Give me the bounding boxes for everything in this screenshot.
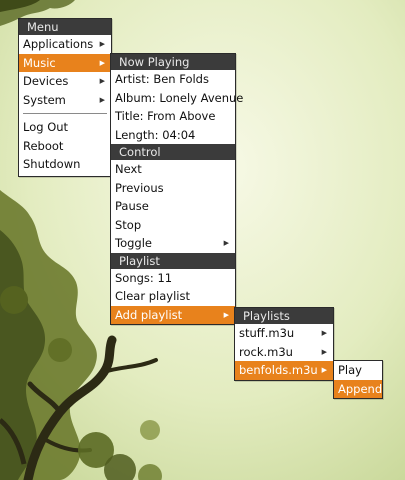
menu-item-system[interactable]: System ▶ (19, 91, 111, 110)
playlist-add[interactable]: Add playlist ▶ (111, 305, 235, 324)
now-playing-title[interactable]: Title: From Above (111, 107, 235, 126)
triangle-right-icon: ▶ (321, 329, 327, 337)
now-playing-artist[interactable]: Artist: Ben Folds (111, 70, 235, 89)
control-next[interactable]: Next (111, 160, 235, 179)
triangle-right-icon: ▶ (321, 347, 327, 356)
menu-item-label: Applications (23, 37, 94, 51)
menu-item-label: Music (23, 55, 56, 70)
menu-item-label: rock.m3u (239, 344, 293, 359)
now-playing-length[interactable]: Length: 04:04 (111, 126, 235, 145)
control-header: Control (111, 144, 235, 160)
menu-item-music[interactable]: Music ▶ (19, 53, 111, 72)
menu-separator (23, 113, 107, 114)
menu-item-shutdown[interactable]: Shutdown (19, 155, 111, 174)
control-stop[interactable]: Stop (111, 216, 235, 235)
menu-item-label: stuff.m3u (239, 326, 295, 340)
triangle-right-icon: ▶ (223, 310, 229, 319)
triangle-right-icon: ▶ (321, 366, 327, 374)
control-previous[interactable]: Previous (111, 179, 235, 198)
menu-item-applications[interactable]: Applications ▶ (19, 35, 111, 54)
playlist-action-menu: Play Append (333, 360, 383, 399)
main-menu-title: Menu (19, 19, 111, 35)
playlist-header: Playlist (111, 252, 235, 269)
playlist-benfolds[interactable]: benfolds.m3u ▶ (235, 361, 333, 380)
playlist-clear[interactable]: Clear playlist (111, 287, 235, 306)
music-menu: Now Playing Artist: Ben Folds Album: Lon… (110, 53, 243, 325)
control-pause[interactable]: Pause (111, 197, 235, 216)
action-play[interactable]: Play (334, 361, 382, 380)
menu-item-label: System (23, 92, 66, 107)
triangle-right-icon: ▶ (223, 239, 229, 247)
control-toggle[interactable]: Toggle ▶ (111, 234, 235, 253)
main-menu: Menu Applications ▶ Music ▶ Devices ▶ Sy… (18, 18, 112, 177)
menu-item-log-out[interactable]: Log Out (19, 118, 111, 137)
menu-item-label: Shutdown (23, 157, 81, 171)
menu-item-devices[interactable]: Devices ▶ (19, 72, 111, 91)
triangle-right-icon: ▶ (99, 58, 105, 67)
playlists-menu: Playlists stuff.m3u ▶ rock.m3u ▶ benfold… (234, 307, 334, 381)
menu-item-label: Add playlist (115, 307, 183, 322)
triangle-right-icon: ▶ (99, 77, 105, 85)
menu-item-label: Log Out (23, 120, 69, 134)
playlists-header: Playlists (235, 308, 333, 324)
action-append[interactable]: Append (334, 379, 382, 398)
now-playing-header: Now Playing (111, 54, 235, 70)
menu-item-label: Reboot (23, 138, 64, 153)
menu-item-label: Devices (23, 74, 69, 88)
triangle-right-icon: ▶ (99, 95, 105, 104)
menu-item-label: benfolds.m3u (239, 363, 318, 377)
menu-item-label: Toggle (115, 236, 152, 250)
now-playing-album[interactable]: Album: Lonely Avenue (111, 89, 243, 108)
playlist-rock[interactable]: rock.m3u ▶ (235, 343, 333, 362)
playlist-stuff[interactable]: stuff.m3u ▶ (235, 324, 333, 343)
playlist-songs[interactable]: Songs: 11 (111, 269, 235, 288)
menu-item-reboot[interactable]: Reboot (19, 137, 111, 156)
triangle-right-icon: ▶ (99, 40, 105, 48)
